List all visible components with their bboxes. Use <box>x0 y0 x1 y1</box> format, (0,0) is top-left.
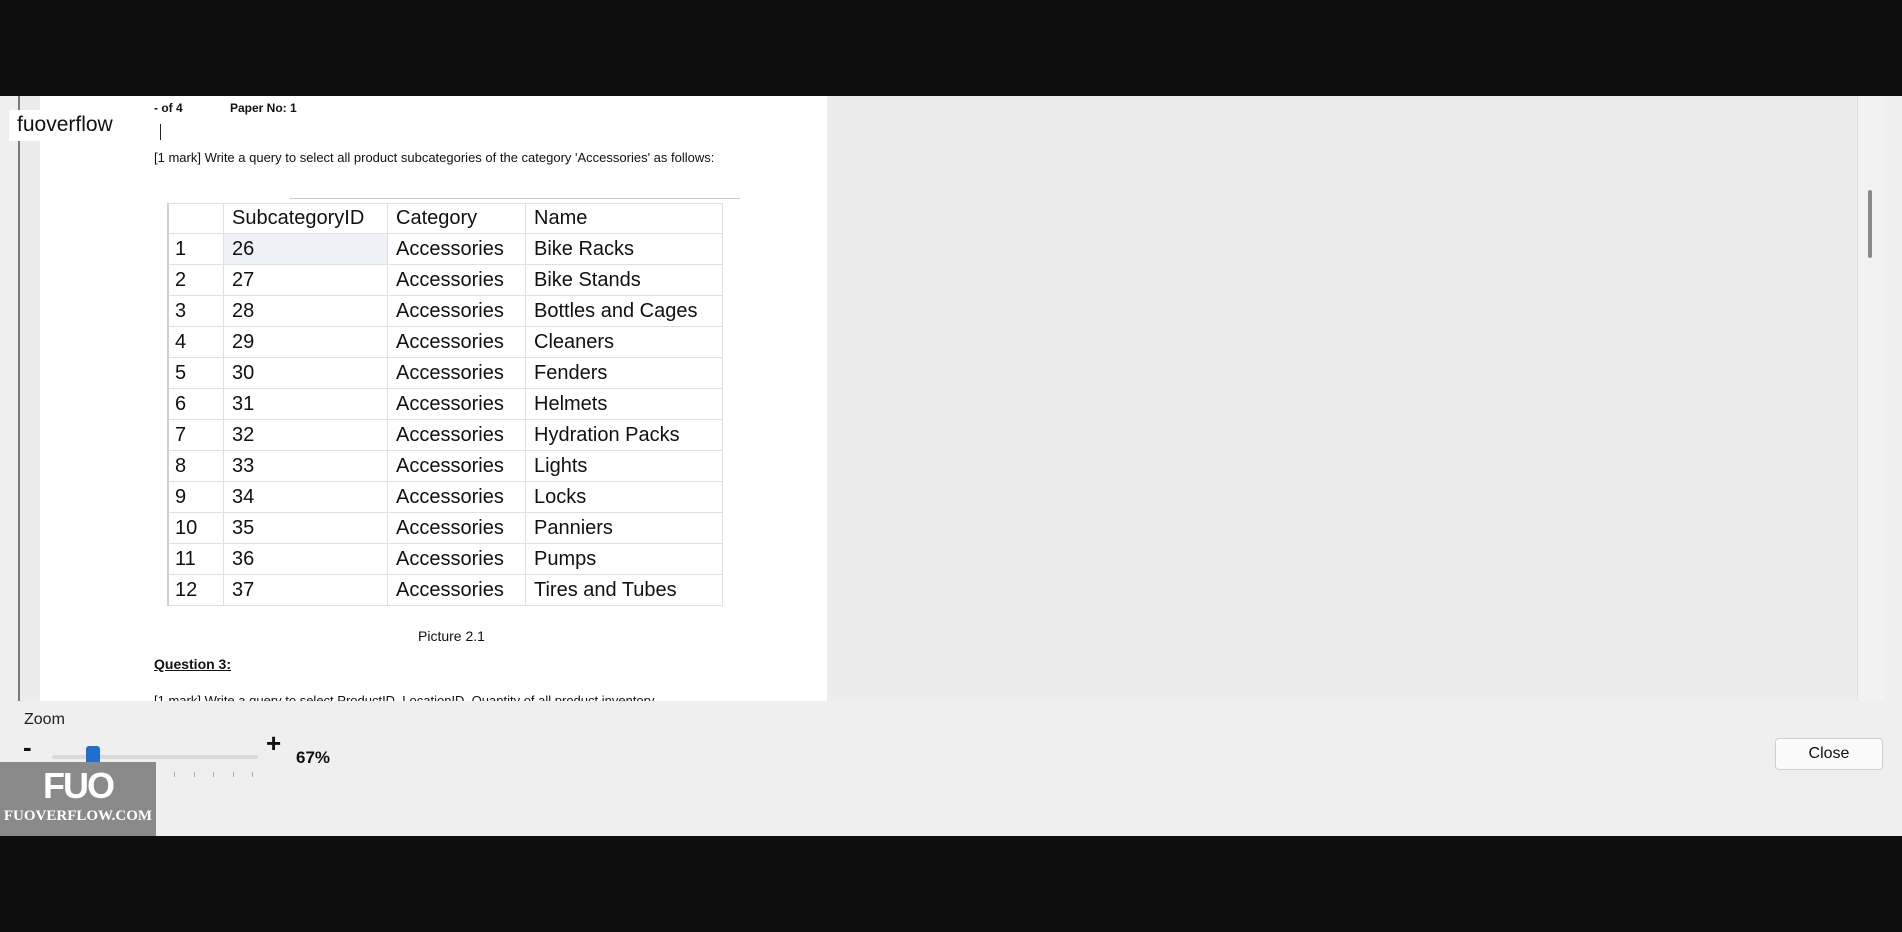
cell-subcategoryid[interactable]: 31 <box>223 388 388 420</box>
cell-rownum[interactable]: 5 <box>167 357 224 389</box>
table-row[interactable]: 11 36 Accessories Pumps <box>167 543 723 575</box>
cell-category[interactable]: Accessories <box>387 295 526 327</box>
zoom-in-button[interactable]: + <box>266 728 281 759</box>
cell-name[interactable]: Hydration Packs <box>525 419 723 451</box>
table-row[interactable]: 7 32 Accessories Hydration Packs <box>167 419 723 451</box>
question-3-heading: Question 3: <box>154 656 232 672</box>
cell-subcategoryid[interactable]: 36 <box>223 543 388 575</box>
cell-name[interactable]: Pumps <box>525 543 723 575</box>
cell-name[interactable]: Tires and Tubes <box>525 574 723 606</box>
cell-name[interactable]: Bike Stands <box>525 264 723 296</box>
cell-subcategoryid[interactable]: 34 <box>223 481 388 513</box>
cell-category[interactable]: Accessories <box>387 264 526 296</box>
cell-subcategoryid[interactable]: 28 <box>223 295 388 327</box>
cell-category[interactable]: Accessories <box>387 388 526 420</box>
result-table: SubcategoryID Category Name 1 26 Accessori… <box>167 203 723 606</box>
document-page: - of 4 Paper No: 1 [1 mark] Write a quer… <box>40 96 827 701</box>
text-cursor <box>160 124 161 140</box>
cell-subcategoryid[interactable]: 35 <box>223 512 388 544</box>
cell-subcategoryid[interactable]: 29 <box>223 326 388 358</box>
table-row[interactable]: 6 31 Accessories Helmets <box>167 388 723 420</box>
table-row[interactable]: 5 30 Accessories Fenders <box>167 357 723 389</box>
cell-category[interactable]: Accessories <box>387 512 526 544</box>
cell-category[interactable]: Accessories <box>387 543 526 575</box>
cell-rownum[interactable]: 7 <box>167 419 224 451</box>
cell-category[interactable]: Accessories <box>387 357 526 389</box>
table-row[interactable]: 10 35 Accessories Panniers <box>167 512 723 544</box>
table-row[interactable]: 1 26 Accessories Bike Racks <box>167 233 723 265</box>
zoom-slider-track[interactable] <box>52 755 258 759</box>
zoom-percentage: 67% <box>296 748 331 767</box>
table-row[interactable]: 9 34 Accessories Locks <box>167 481 723 513</box>
close-button[interactable]: Close <box>1775 738 1883 770</box>
cell-subcategoryid[interactable]: 30 <box>223 357 388 389</box>
question-3-text: [1 mark] Write a query to select Product… <box>154 693 655 701</box>
cell-name[interactable]: Locks <box>525 481 723 513</box>
zoom-label: Zoom <box>24 711 65 728</box>
paper-number: Paper No: 1 <box>230 101 297 115</box>
exam-viewer-window: - of 4 Paper No: 1 [1 mark] Write a quer… <box>0 96 1902 836</box>
page-indicator: - of 4 <box>154 101 183 115</box>
figure-caption: Picture 2.1 <box>418 628 485 644</box>
zoom-slider-tick <box>193 772 195 777</box>
cell-category[interactable]: Accessories <box>387 450 526 482</box>
column-header-category: Category <box>387 203 526 234</box>
column-header-rownum <box>167 203 224 234</box>
cell-rownum[interactable]: 8 <box>167 450 224 482</box>
cell-name[interactable]: Lights <box>525 450 723 482</box>
cell-rownum[interactable]: 11 <box>167 543 224 575</box>
table-row[interactable]: 2 27 Accessories Bike Stands <box>167 264 723 296</box>
cell-rownum[interactable]: 3 <box>167 295 224 327</box>
table-row[interactable]: 12 37 Accessories Tires and Tubes <box>167 574 723 606</box>
zoom-slider-tick <box>232 772 234 777</box>
watermark-logo: FUO FUOVERFLOW.COM <box>0 762 156 836</box>
column-header-subcategoryid: SubcategoryID <box>223 203 388 234</box>
scrollbar-thumb[interactable] <box>1868 190 1872 258</box>
cell-name[interactable]: Cleaners <box>525 326 723 358</box>
cell-rownum[interactable]: 12 <box>167 574 224 606</box>
zoom-out-button[interactable]: - <box>23 732 32 763</box>
vertical-scrollbar[interactable] <box>1857 96 1884 701</box>
watermark-text: FUOVERFLOW.COM <box>3 808 153 824</box>
cell-rownum[interactable]: 6 <box>167 388 224 420</box>
table-body: 1 26 Accessories Bike Racks 2 27 Accessories Bi… <box>167 233 723 606</box>
zoom-slider-tick <box>252 772 253 777</box>
table-row[interactable]: 3 28 Accessories Bottles and Cages <box>167 295 723 327</box>
cell-category[interactable]: Accessories <box>387 574 526 606</box>
cell-subcategoryid[interactable]: 33 <box>223 450 388 482</box>
zoom-slider-tick <box>213 772 215 777</box>
overlay-label: fuoverflow <box>9 110 121 141</box>
column-header-name: Name <box>525 203 723 234</box>
document-viewer[interactable]: - of 4 Paper No: 1 [1 mark] Write a quer… <box>18 96 1884 701</box>
cell-rownum[interactable]: 9 <box>167 481 224 513</box>
table-row[interactable]: 4 29 Accessories Cleaners <box>167 326 723 358</box>
cell-category[interactable]: Accessories <box>387 481 526 513</box>
cell-rownum[interactable]: 2 <box>167 264 224 296</box>
table-header-row: SubcategoryID Category Name <box>167 203 723 234</box>
table-row[interactable]: 8 33 Accessories Lights <box>167 450 723 482</box>
cell-rownum[interactable]: 4 <box>167 326 224 358</box>
zoom-slider-tick <box>174 772 176 777</box>
cell-category[interactable]: Accessories <box>387 419 526 451</box>
cell-rownum[interactable]: 1 <box>167 233 224 265</box>
divider <box>290 198 740 199</box>
cell-name[interactable]: Panniers <box>525 512 723 544</box>
cell-subcategoryid[interactable]: 32 <box>223 419 388 451</box>
cell-category[interactable]: Accessories <box>387 233 526 265</box>
cell-name[interactable]: Fenders <box>525 357 723 389</box>
cell-name[interactable]: Helmets <box>525 388 723 420</box>
cell-rownum[interactable]: 10 <box>167 512 224 544</box>
cell-name[interactable]: Bike Racks <box>525 233 723 265</box>
cell-name[interactable]: Bottles and Cages <box>525 295 723 327</box>
watermark-mark: FUO <box>43 765 115 806</box>
cell-category[interactable]: Accessories <box>387 326 526 358</box>
cell-subcategoryid[interactable]: 37 <box>223 574 388 606</box>
cell-subcategoryid[interactable]: 27 <box>223 264 388 296</box>
cell-subcategoryid[interactable]: 26 <box>223 233 388 265</box>
question-text: [1 mark] Write a query to select all pro… <box>154 150 715 165</box>
